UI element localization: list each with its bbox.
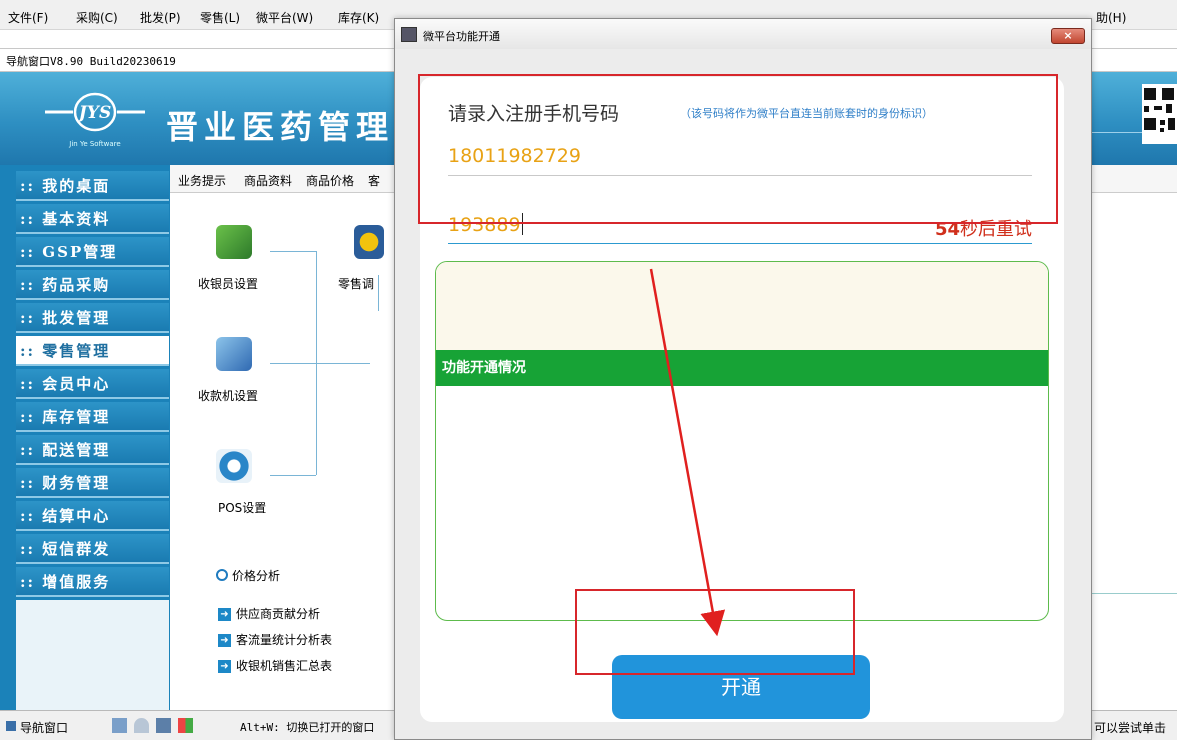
status-nav-label[interactable]: 导航窗口 (20, 719, 68, 736)
code-field-underline (448, 243, 1032, 244)
menu-file[interactable]: 文件(F) (8, 9, 48, 26)
window-icon[interactable] (156, 718, 171, 733)
pos-setup-label[interactable]: POS设置 (218, 499, 266, 516)
sidebar-item-wholesale[interactable]: :: 批发管理 (16, 303, 169, 333)
app-window-icon (401, 27, 417, 42)
sidebar-item-finance[interactable]: :: 财务管理 (16, 468, 169, 498)
sidebar: :: 我的桌面 :: 基本资料 :: GSP管理 :: 药品采购 :: 批发管理… (0, 165, 170, 710)
dialog-title: 微平台功能开通 (423, 30, 500, 43)
pos-terminal-icon[interactable] (216, 337, 252, 371)
link-register-sales-summary[interactable]: ➜ 收银机销售汇总表 (218, 657, 332, 674)
flow-connector (270, 475, 316, 476)
sidebar-item-sms[interactable]: :: 短信群发 (16, 534, 169, 564)
status-right-hint: 可以尝试单击 (1094, 721, 1167, 735)
flow-connector (378, 275, 379, 311)
company-logo: JYS Jin Ye Software (40, 82, 150, 152)
price-analysis-section[interactable]: 价格分析 (216, 567, 280, 584)
coin-icon[interactable] (354, 225, 384, 259)
link-label: 收银机销售汇总表 (236, 659, 333, 673)
arrow-right-icon: ➜ (218, 608, 231, 621)
menu-microplatform[interactable]: 微平台(W) (256, 9, 313, 26)
sidebar-item-value-added[interactable]: :: 增值服务 (16, 567, 169, 597)
tab-customer[interactable]: 客 (368, 172, 380, 189)
sidebar-item-desktop[interactable]: :: 我的桌面 (16, 171, 169, 201)
annotation-highlight-button (575, 589, 855, 675)
nav-window-icon (6, 721, 16, 731)
close-button[interactable]: × (1051, 28, 1085, 44)
sidebar-item-delivery[interactable]: :: 配送管理 (16, 435, 169, 465)
link-label: 客流量统计分析表 (236, 633, 333, 647)
qr-code-icon (1142, 84, 1177, 144)
sidebar-item-basic-data[interactable]: :: 基本资料 (16, 204, 169, 234)
shortcut-hint: Alt+W: 切换已打开的窗口 (240, 721, 375, 734)
menu-inventory[interactable]: 库存(K) (338, 9, 379, 26)
sidebar-item-retail[interactable]: :: 零售管理 (16, 336, 169, 366)
activation-status-header: 功能开通情况 (436, 350, 1048, 386)
link-label: 供应商贡献分析 (236, 607, 321, 621)
menu-help[interactable]: 助(H) (1096, 9, 1126, 26)
grid-icon[interactable] (178, 718, 193, 733)
sidebar-item-purchase[interactable]: :: 药品采购 (16, 270, 169, 300)
sidebar-item-inventory[interactable]: :: 库存管理 (16, 402, 169, 432)
cashier-user-icon[interactable] (216, 225, 252, 259)
cash-register-setup-label[interactable]: 收款机设置 (198, 387, 258, 404)
gear-icon[interactable] (216, 449, 252, 483)
sidebar-empty-area (16, 600, 169, 710)
nav-window-title: 导航窗口V8.90 Build20230619 (6, 55, 176, 68)
cashier-setup-label[interactable]: 收银员设置 (198, 275, 258, 292)
tab-product-info[interactable]: 商品资料 (244, 172, 292, 189)
sidebar-item-member[interactable]: :: 会员中心 (16, 369, 169, 399)
link-traffic-stats[interactable]: ➜ 客流量统计分析表 (218, 631, 332, 648)
annotation-highlight-inputs (418, 74, 1058, 224)
tab-business-tips[interactable]: 业务提示 (178, 172, 226, 189)
menu-retail[interactable]: 零售(L) (200, 9, 240, 26)
status-message-area (436, 262, 1048, 350)
content-divider (1090, 593, 1177, 594)
app-brand-title: 晋业医药管理 (166, 108, 395, 146)
printer-icon[interactable] (134, 718, 149, 733)
menu-purchase[interactable]: 采购(C) (76, 9, 118, 26)
flow-connector (270, 251, 316, 252)
calculator-icon[interactable] (112, 718, 127, 733)
svg-text:JYS: JYS (76, 103, 111, 123)
retail-adjust-label[interactable]: 零售调 (338, 275, 374, 292)
link-supplier-contribution[interactable]: ➜ 供应商贡献分析 (218, 605, 320, 622)
menu-wholesale[interactable]: 批发(P) (140, 9, 181, 26)
svg-text:Jin Ye Software: Jin Ye Software (68, 140, 120, 148)
microplatform-activation-dialog: 微平台功能开通 × 请录入注册手机号码 （该号码将作为微平台直连当前账套时的身份… (394, 18, 1092, 740)
flow-arrow (270, 363, 370, 364)
magnifier-icon (216, 569, 228, 581)
arrow-right-icon: ➜ (218, 660, 231, 673)
price-analysis-title: 价格分析 (232, 569, 281, 583)
tab-product-price[interactable]: 商品价格 (306, 172, 354, 189)
arrow-right-icon: ➜ (218, 634, 231, 647)
sidebar-item-settlement[interactable]: :: 结算中心 (16, 501, 169, 531)
activation-status-panel: 功能开通情况 (435, 261, 1049, 621)
dialog-titlebar[interactable]: 微平台功能开通 × (395, 19, 1091, 49)
sidebar-item-gsp[interactable]: :: GSP管理 (16, 237, 169, 267)
